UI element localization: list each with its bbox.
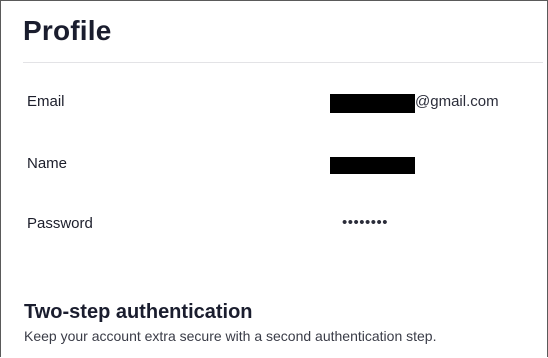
password-label: Password (27, 215, 93, 232)
name-redaction (330, 157, 415, 174)
email-label: Email (27, 93, 65, 110)
two-step-description: Keep your account extra secure with a se… (24, 328, 437, 344)
profile-panel: Profile Email @gmail.com Name Password •… (0, 0, 548, 357)
page-title: Profile (23, 15, 112, 46)
divider (23, 62, 543, 63)
email-value: @gmail.com (415, 93, 499, 110)
two-step-title: Two-step authentication (24, 301, 253, 323)
password-value: •••••••• (342, 214, 389, 231)
name-label: Name (27, 155, 68, 172)
email-redaction (330, 94, 415, 113)
